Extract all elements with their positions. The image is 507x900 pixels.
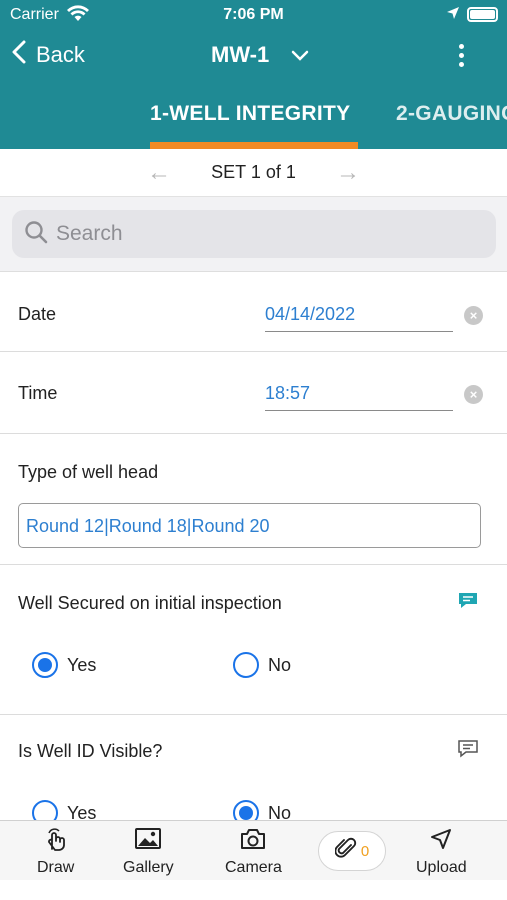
more-options-icon[interactable] (454, 44, 468, 70)
date-field[interactable]: 04/14/2022 (265, 304, 453, 332)
radio-unselected-icon (233, 652, 259, 678)
search-area (0, 197, 507, 272)
chevron-left-icon (12, 40, 26, 70)
camera-icon (239, 827, 267, 856)
draw-label: Draw (37, 859, 75, 876)
battery-icon (467, 7, 498, 22)
next-set-arrow-icon[interactable]: → (336, 159, 360, 187)
back-label: Back (36, 42, 85, 67)
upload-button[interactable]: Upload (416, 827, 467, 877)
hand-pointer-icon (43, 827, 69, 856)
image-icon (134, 827, 162, 856)
bottom-spacer (0, 880, 507, 900)
well-head-label: Type of well head (18, 462, 159, 482)
comment-outline-icon[interactable] (457, 739, 479, 759)
app-header: Carrier 7:06 PM Back MW-1 1-WELL INTEGRI… (0, 0, 507, 149)
bottom-toolbar: Draw Gallery Camera 0 Upload (0, 820, 507, 880)
camera-label: Camera (225, 859, 282, 876)
time-label: Time (18, 383, 58, 403)
paperclip-icon (334, 837, 357, 866)
well-secured-row: Well Secured on initial inspection Yes N… (0, 565, 507, 715)
attachments-button[interactable]: 0 (318, 831, 386, 871)
time-clear-icon[interactable]: × (464, 385, 483, 404)
comment-icon[interactable] (457, 591, 479, 611)
date-label: Date (18, 304, 57, 324)
time-row: Time 18:57 × (0, 352, 507, 434)
search-bar[interactable] (12, 210, 496, 258)
nav-bar: Back MW-1 (0, 36, 507, 80)
camera-button[interactable]: Camera (225, 827, 282, 877)
location-title-dropdown[interactable]: MW-1 (211, 42, 309, 68)
tab-well-integrity[interactable]: 1-WELL INTEGRITY (150, 102, 350, 126)
well-head-field[interactable]: Round 12|Round 18|Round 20 (18, 503, 481, 548)
well-secured-no-radio[interactable]: No (233, 652, 291, 678)
section-tabs: 1-WELL INTEGRITY 2-GAUGING (0, 90, 507, 149)
gallery-label: Gallery (123, 859, 174, 876)
page-title: MW-1 (211, 42, 270, 67)
well-secured-yes-radio[interactable]: Yes (32, 652, 96, 678)
well-id-visible-label: Is Well ID Visible? (18, 741, 163, 761)
date-clear-icon[interactable]: × (464, 306, 483, 325)
status-bar: Carrier 7:06 PM (0, 0, 507, 30)
radio-selected-icon (32, 652, 58, 678)
location-arrow-icon (446, 6, 460, 25)
active-tab-indicator (150, 142, 358, 149)
tab-gauging[interactable]: 2-GAUGING (396, 102, 507, 126)
status-time: 7:06 PM (223, 6, 284, 23)
radio-label: Yes (67, 654, 97, 675)
chevron-down-icon (291, 42, 309, 68)
well-id-visible-row: Is Well ID Visible? Yes No (0, 715, 507, 826)
well-secured-label: Well Secured on initial inspection (18, 593, 282, 613)
draw-button[interactable]: Draw (37, 827, 74, 877)
gallery-button[interactable]: Gallery (123, 827, 174, 877)
attachments-count: 0 (360, 842, 370, 860)
date-row: Date 04/14/2022 × (0, 272, 507, 352)
search-icon (24, 220, 48, 249)
set-navigator: ← SET 1 of 1 → (0, 149, 507, 197)
upload-label: Upload (416, 859, 467, 876)
search-input[interactable] (56, 222, 476, 246)
time-field[interactable]: 18:57 (265, 383, 453, 411)
back-button[interactable]: Back (12, 40, 85, 70)
navigation-arrow-icon (429, 827, 453, 856)
radio-label: No (268, 654, 292, 675)
set-label: SET 1 of 1 (211, 162, 296, 182)
